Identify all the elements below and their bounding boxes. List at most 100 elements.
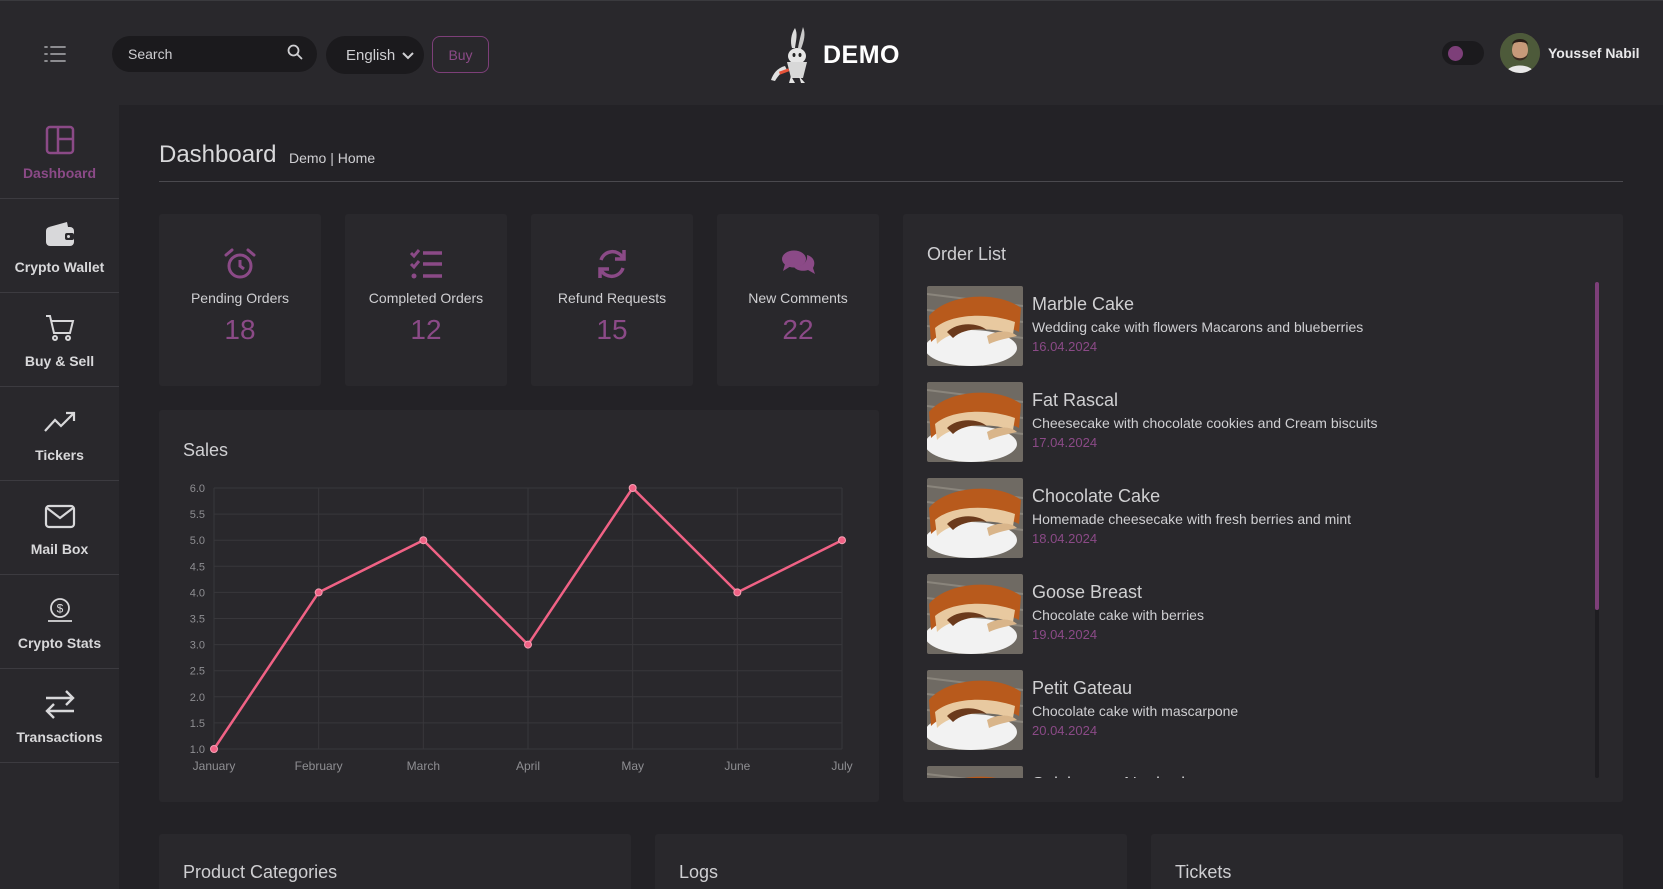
stat-card-refund-requests: Refund Requests 15 <box>531 214 693 386</box>
page-title: Dashboard <box>159 141 277 168</box>
order-description: Wedding cake with flowers Macarons and b… <box>1032 319 1364 335</box>
y-tick-label: 5.5 <box>190 509 205 521</box>
stat-label: Pending Orders <box>190 290 290 306</box>
sidebar-item-label: Tickers <box>35 446 84 463</box>
y-tick-label: 1.5 <box>190 718 205 730</box>
sidebar-item-buy-sell[interactable]: Buy & Sell <box>0 293 119 387</box>
stat-label: New Comments <box>748 290 848 306</box>
order-date: 19.04.2024 <box>1032 627 1098 642</box>
order-list-title: Order List <box>927 244 1007 264</box>
x-tick-label: April <box>516 759 540 773</box>
order-name: Chocolate Cake <box>1032 486 1161 506</box>
list-item[interactable]: Marble Cake Wedding cake with flowers Mac… <box>927 282 1587 378</box>
search-box <box>112 36 317 72</box>
list-item[interactable]: Chocolate Cake Homemade cheesecake with f… <box>927 474 1587 570</box>
sidebar-item-crypto-stats[interactable]: $ Crypto Stats <box>0 575 119 669</box>
order-date: 18.04.2024 <box>1032 531 1098 546</box>
order-name: Goose Breast <box>1032 582 1143 602</box>
sales-line-chart: 1.0 1.5 2.0 2.5 3.0 3.5 4.0 4.5 5.0 5.5 6.0 January… <box>190 483 853 773</box>
order-date: 20.04.2024 <box>1032 723 1098 738</box>
top-bar: English Buy DEMO Youssef Nabil <box>0 0 1663 105</box>
list-item[interactable]: Petit Gateau Chocolate cake with mascarpo… <box>927 666 1587 762</box>
cake-thumbnail <box>927 478 1023 558</box>
data-point <box>838 536 846 545</box>
stat-card-completed-orders: Completed Orders 12 <box>345 214 507 386</box>
data-point <box>628 484 637 492</box>
svg-text:$: $ <box>56 601 63 615</box>
stat-value: 22 <box>782 314 814 345</box>
data-point <box>524 640 532 649</box>
data-point <box>210 745 218 753</box>
sidebar-item-label: Crypto Stats <box>17 634 102 651</box>
list-item[interactable]: Salzburger Nockerl <box>927 762 1587 778</box>
order-info: Fat Rascal Cheesecake with chocolate cook… <box>1032 378 1378 450</box>
y-tick-label: 3.0 <box>190 640 205 652</box>
arrows-exchange-icon <box>44 689 75 719</box>
cake-thumbnail <box>927 382 1023 462</box>
search-icon[interactable] <box>287 44 303 65</box>
list-item[interactable]: Fat Rascal Cheesecake with chocolate cook… <box>927 378 1587 474</box>
cake-thumbnail <box>927 766 1023 778</box>
sidebar-item-mail-box[interactable]: Mail Box <box>0 481 119 575</box>
logo[interactable]: DEMO <box>765 25 900 85</box>
search-input[interactable] <box>128 46 287 62</box>
checklist-icon <box>409 249 442 279</box>
cart-icon <box>45 314 74 341</box>
stat-label: Completed Orders <box>368 290 484 306</box>
language-value: English <box>346 46 396 64</box>
scrollbar[interactable] <box>1595 282 1599 778</box>
logo-text: DEMO <box>823 40 900 69</box>
y-tick-label: 5.0 <box>190 535 205 547</box>
envelope-icon <box>44 504 75 528</box>
order-name: Fat Rascal <box>1032 390 1119 410</box>
tickets-title: Tickets <box>1175 862 1232 882</box>
tickets-card: Tickets <box>1151 834 1623 889</box>
data-point <box>419 536 428 545</box>
sidebar: Dashboard Crypto Wallet Buy & Sell Ticke… <box>0 105 119 889</box>
product-categories-card: Product Categories <box>159 834 631 889</box>
menu-list-icon[interactable] <box>40 41 70 67</box>
toggle-knob <box>1448 46 1463 61</box>
order-description: Chocolate cake with mascarpone <box>1032 703 1239 719</box>
stat-value: 12 <box>410 314 442 345</box>
avatar[interactable] <box>1500 33 1540 73</box>
cake-thumbnail <box>927 574 1023 654</box>
layout-icon <box>45 125 74 154</box>
sidebar-item-tickers[interactable]: Tickers <box>0 387 119 481</box>
logs-card: Logs <box>655 834 1127 889</box>
theme-toggle[interactable] <box>1442 41 1484 65</box>
x-tick-label: May <box>621 759 644 773</box>
order-description: Chocolate cake with berries <box>1032 607 1204 623</box>
y-tick-label: 6.0 <box>190 483 205 495</box>
x-tick-label: March <box>407 759 440 773</box>
sidebar-item-label: Mail Box <box>30 540 89 557</box>
buy-button[interactable]: Buy <box>432 36 489 73</box>
sidebar-item-crypto-wallet[interactable]: Crypto Wallet <box>0 199 119 293</box>
data-point <box>314 588 323 597</box>
sales-card: Sales 1.0 1.5 2.0 2.5 3.0 3.5 4.0 4.5 5.0 5.5 6.0 J… <box>159 410 879 802</box>
order-info: Chocolate Cake Homemade cheesecake with f… <box>1032 474 1351 546</box>
logs-title: Logs <box>679 862 719 882</box>
breadcrumb[interactable]: Demo | Home <box>289 150 375 166</box>
coin-icon: $ <box>47 597 72 622</box>
sidebar-item-label: Dashboard <box>22 164 97 181</box>
product-categories-title: Product Categories <box>183 862 338 882</box>
data-point <box>733 588 742 597</box>
y-tick-label: 2.5 <box>190 666 205 678</box>
language-select[interactable]: English <box>326 36 424 74</box>
sidebar-item-dashboard[interactable]: Dashboard <box>0 105 119 199</box>
y-tick-label: 2.0 <box>190 692 205 704</box>
order-description: Homemade cheesecake with fresh berries a… <box>1032 511 1352 527</box>
stat-card-pending-orders: Pending Orders 18 <box>159 214 321 386</box>
order-date: 17.04.2024 <box>1032 435 1098 450</box>
divider <box>159 181 1623 182</box>
user-name[interactable]: Youssef Nabil <box>1548 45 1640 61</box>
list-item[interactable]: Goose Breast Chocolate cake with berries 1… <box>927 570 1587 666</box>
scrollbar-thumb[interactable] <box>1595 282 1599 610</box>
order-name: Marble Cake <box>1032 294 1135 314</box>
sidebar-item-transactions[interactable]: Transactions <box>0 669 119 763</box>
cake-thumbnail <box>927 286 1023 366</box>
chevron-down-icon <box>402 47 414 64</box>
y-tick-label: 3.5 <box>190 614 205 626</box>
order-name: Petit Gateau <box>1032 678 1133 698</box>
